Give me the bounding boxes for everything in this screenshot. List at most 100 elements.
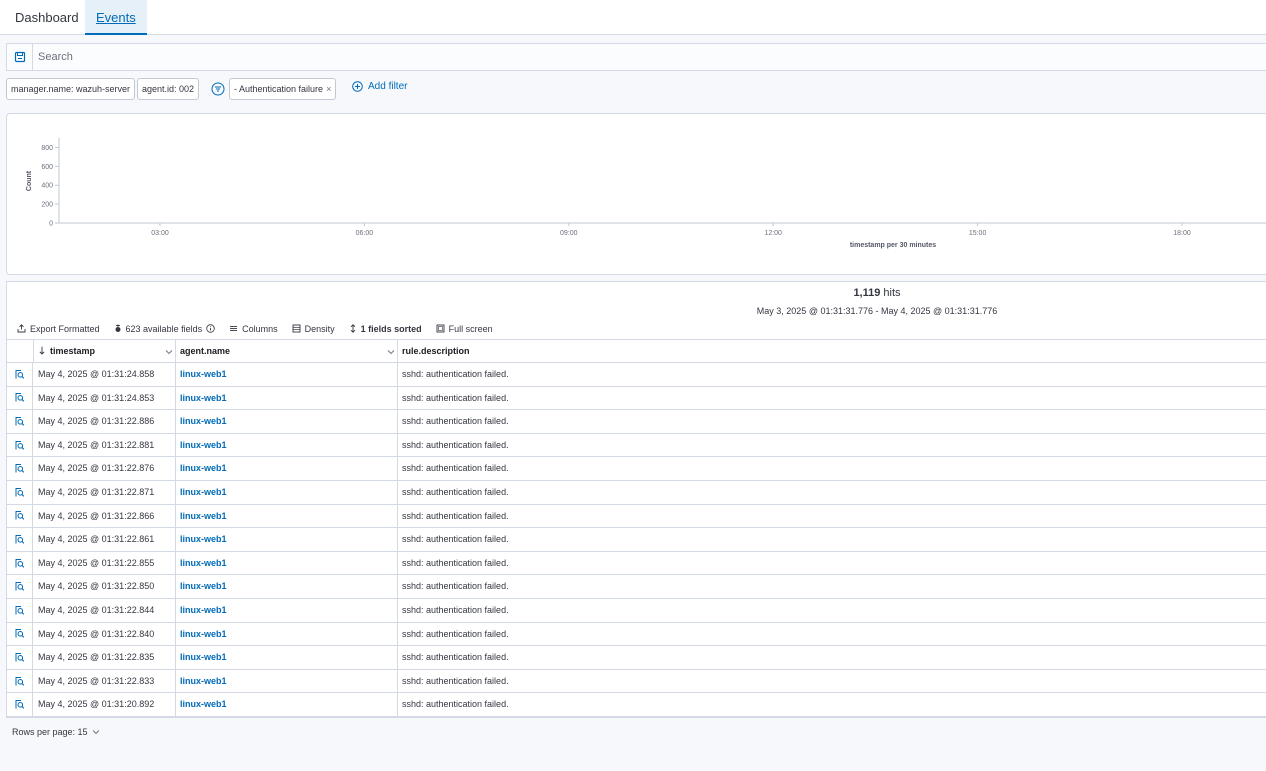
remove-filter-icon[interactable]: × bbox=[326, 84, 331, 94]
inspect-document-icon bbox=[15, 700, 25, 709]
table-row[interactable]: May 4, 2025 @ 01:31:22.886 linux-web1 sshd… bbox=[7, 410, 1266, 434]
cell-timestamp: May 4, 2025 @ 01:31:24.858 bbox=[38, 369, 155, 379]
y-tick-label: 800 bbox=[41, 145, 53, 152]
inspect-document-icon bbox=[15, 464, 25, 473]
tab-dashboard[interactable]: Dashboard bbox=[15, 0, 79, 35]
table-row[interactable]: May 4, 2025 @ 01:31:24.853 linux-web1 sshd… bbox=[7, 386, 1266, 411]
tab-events[interactable]: Events bbox=[85, 0, 147, 35]
column-divider bbox=[397, 433, 398, 457]
chevron-down-icon[interactable] bbox=[387, 349, 395, 355]
table-row[interactable]: May 4, 2025 @ 01:31:22.840 linux-web1 sshd… bbox=[7, 622, 1266, 647]
column-divider bbox=[397, 410, 398, 433]
cell-agent-name[interactable]: linux-web1 bbox=[180, 528, 227, 551]
table-row[interactable]: May 4, 2025 @ 01:31:22.866 linux-web1 sshd… bbox=[7, 504, 1266, 529]
column-header-agent-name[interactable]: agent.name bbox=[180, 340, 397, 363]
column-divider bbox=[397, 457, 398, 480]
events-table-panel: 1,119 hits May 3, 2025 @ 01:31:31.776 - … bbox=[6, 281, 1266, 718]
cell-timestamp: May 4, 2025 @ 01:31:20.892 bbox=[38, 699, 155, 710]
filter-pill-authentication-failure[interactable]: - Authentication failure × bbox=[229, 78, 337, 100]
inspect-document-button[interactable] bbox=[7, 433, 33, 457]
filter-pill-label: agent.id: 002 bbox=[142, 84, 195, 94]
inspect-document-button[interactable] bbox=[7, 598, 33, 622]
column-divider bbox=[175, 504, 176, 528]
inspect-document-button[interactable] bbox=[7, 575, 33, 598]
inspect-document-button[interactable] bbox=[7, 622, 33, 646]
inspect-document-button[interactable] bbox=[7, 363, 33, 386]
inspect-document-button[interactable] bbox=[7, 693, 33, 716]
table-row[interactable]: May 4, 2025 @ 01:31:22.844 linux-web1 sshd… bbox=[7, 598, 1266, 623]
cell-rule-description: sshd: authentication failed. bbox=[402, 439, 509, 450]
fields-sorted-button[interactable]: 1 fields sorted bbox=[349, 324, 422, 334]
column-divider bbox=[397, 363, 398, 386]
full-screen-label: Full screen bbox=[448, 323, 493, 334]
cell-agent-name[interactable]: linux-web1 bbox=[180, 363, 227, 386]
cell-timestamp: May 4, 2025 @ 01:31:22.855 bbox=[38, 557, 155, 568]
table-row[interactable]: May 4, 2025 @ 01:31:22.855 linux-web1 sshd… bbox=[7, 551, 1266, 576]
search-input[interactable] bbox=[34, 44, 1254, 70]
cell-rule-description: sshd: authentication failed. bbox=[402, 392, 509, 403]
inspect-document-button[interactable] bbox=[7, 410, 33, 433]
inspect-document-button[interactable] bbox=[7, 646, 33, 669]
table-row[interactable]: May 4, 2025 @ 01:31:22.876 linux-web1 sshd… bbox=[7, 457, 1266, 481]
cell-agent-name[interactable]: linux-web1 bbox=[180, 505, 227, 528]
inspect-document-button[interactable] bbox=[7, 528, 33, 551]
table-row[interactable]: May 4, 2025 @ 01:31:22.861 linux-web1 sshd… bbox=[7, 528, 1266, 552]
saved-query-button[interactable] bbox=[7, 44, 33, 70]
x-tick-label: 09:00 bbox=[560, 230, 578, 237]
filter-pill-agent-id[interactable]: agent.id: 002 bbox=[137, 78, 200, 100]
inspect-document-button[interactable] bbox=[7, 457, 33, 480]
column-header-timestamp[interactable]: timestamp bbox=[38, 340, 175, 363]
rows-per-page-select[interactable]: Rows per page: 15 bbox=[12, 727, 100, 737]
columns-button[interactable]: Columns bbox=[229, 324, 278, 334]
table-row[interactable]: May 4, 2025 @ 01:31:22.833 linux-web1 sshd… bbox=[7, 669, 1266, 694]
table-row[interactable]: May 4, 2025 @ 01:31:20.892 linux-web1 sshd… bbox=[7, 693, 1266, 717]
cell-agent-name[interactable]: linux-web1 bbox=[180, 646, 227, 669]
inspect-document-button[interactable] bbox=[7, 504, 33, 528]
cell-agent-name[interactable]: linux-web1 bbox=[180, 599, 227, 622]
full-screen-button[interactable]: Full screen bbox=[436, 324, 493, 334]
export-formatted-button[interactable]: Export Formatted bbox=[17, 324, 100, 334]
cell-agent-name[interactable]: linux-web1 bbox=[180, 670, 227, 693]
chevron-down-icon[interactable] bbox=[165, 349, 173, 355]
density-icon bbox=[292, 324, 301, 333]
table-row[interactable]: May 4, 2025 @ 01:31:22.881 linux-web1 sshd… bbox=[7, 433, 1266, 458]
inspect-document-button[interactable] bbox=[7, 480, 33, 504]
column-divider bbox=[397, 622, 398, 646]
cell-timestamp: May 4, 2025 @ 01:31:22.871 bbox=[38, 486, 155, 497]
cell-agent-name[interactable]: linux-web1 bbox=[180, 481, 227, 504]
cell-agent-name[interactable]: linux-web1 bbox=[180, 457, 227, 480]
inspect-document-button[interactable] bbox=[7, 386, 33, 410]
x-tick-label: 12:00 bbox=[764, 230, 782, 237]
filter-pill-manager-name[interactable]: manager.name: wazuh-server bbox=[6, 78, 136, 100]
inspect-document-button[interactable] bbox=[7, 669, 33, 693]
table-row[interactable]: May 4, 2025 @ 01:31:22.850 linux-web1 sshd… bbox=[7, 575, 1266, 599]
sort-down-icon[interactable] bbox=[38, 346, 46, 355]
table-row[interactable]: May 4, 2025 @ 01:31:22.835 linux-web1 sshd… bbox=[7, 646, 1266, 670]
cell-agent-name[interactable]: linux-web1 bbox=[180, 410, 227, 433]
cell-rule-description: sshd: authentication failed. bbox=[402, 510, 509, 521]
table-row[interactable]: May 4, 2025 @ 01:31:22.871 linux-web1 sshd… bbox=[7, 480, 1266, 505]
inspect-document-icon bbox=[15, 534, 25, 544]
table-row[interactable]: May 4, 2025 @ 01:31:24.858 linux-web1 sshd… bbox=[7, 363, 1266, 387]
density-button[interactable]: Density bbox=[292, 324, 335, 334]
column-header-rule-description[interactable]: rule.description bbox=[402, 340, 470, 363]
filter-menu-icon[interactable] bbox=[211, 82, 225, 96]
column-divider bbox=[175, 410, 176, 433]
inspect-document-button[interactable] bbox=[7, 551, 33, 575]
cell-agent-name[interactable]: linux-web1 bbox=[180, 693, 227, 716]
cell-agent-name[interactable]: linux-web1 bbox=[180, 552, 227, 575]
filter-bar: manager.name: wazuh-server agent.id: 002… bbox=[6, 78, 1266, 100]
add-filter-button[interactable]: Add filter bbox=[352, 81, 407, 92]
info-icon[interactable] bbox=[206, 324, 215, 333]
x-tick-label: 18:00 bbox=[1173, 230, 1191, 237]
cell-agent-name[interactable]: linux-web1 bbox=[180, 575, 227, 598]
top-tab-bar: Dashboard Events bbox=[0, 0, 1266, 35]
column-divider bbox=[397, 504, 398, 528]
table-header: timestamp agent.name rule.description bbox=[7, 339, 1266, 363]
cell-agent-name[interactable]: linux-web1 bbox=[180, 623, 227, 646]
cell-rule-description: sshd: authentication failed. bbox=[402, 604, 509, 615]
cell-agent-name[interactable]: linux-web1 bbox=[180, 434, 227, 457]
export-label: Export Formatted bbox=[30, 323, 100, 334]
cell-agent-name[interactable]: linux-web1 bbox=[180, 387, 227, 410]
available-fields-button[interactable]: 623 available fields bbox=[114, 324, 216, 334]
